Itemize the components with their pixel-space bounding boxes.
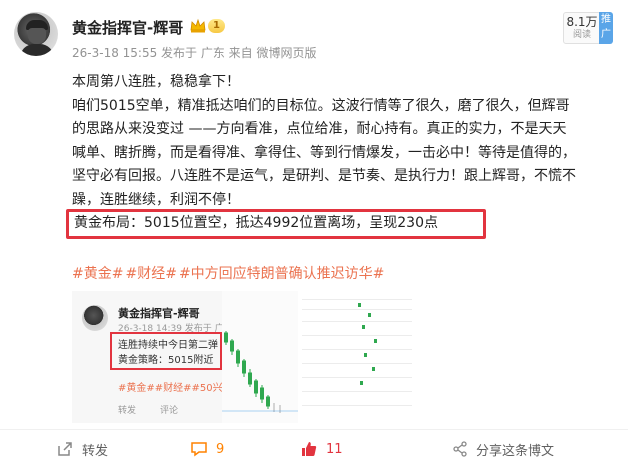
author-avatar[interactable] — [14, 12, 58, 56]
read-label: 阅读 — [572, 30, 591, 40]
content-line: 本周第八连胜，稳稳拿下！ — [72, 74, 240, 90]
repost-icon — [58, 442, 72, 456]
highlight-text: 黄金布局：5015位置空，抵达4992位置离场，呈现230点 — [74, 215, 438, 231]
author-name[interactable]: 黄金指挥官-辉哥 — [72, 17, 183, 38]
content-line: 咱们5015空单，精准抵达咱们的目标位。这波行情等了很久，磨了很久，但辉哥 — [72, 97, 570, 114]
repost-label: 转发 — [82, 443, 109, 459]
share-button[interactable]: 分享这条博文 — [452, 432, 554, 466]
action-divider — [0, 429, 628, 430]
post-meta: 26-3-18 15:55 发布于 广东 来自 微博网页版 — [72, 46, 317, 60]
share-label: 分享这条博文 — [476, 443, 555, 459]
content-line: 的思路从来没变过 ——方向看准，点位给准，耐心持有。真正的实力，不是天天 — [72, 121, 567, 137]
promo-badge[interactable]: 推广 — [599, 12, 613, 44]
embedded-repost: 转发 — [118, 406, 137, 416]
embedded-line: 连胜持续中今日第二弹 — [118, 340, 218, 351]
thumbs-up-icon — [302, 442, 317, 456]
topic-tag-news[interactable]: #中方回应特朗普确认推迟访华# — [179, 266, 384, 282]
comment-icon — [191, 442, 207, 457]
price-panel — [298, 291, 416, 423]
embedded-tags: #黄金##财经##50兴 — [118, 383, 223, 394]
comment-button[interactable]: 9 — [190, 432, 224, 466]
candlestick-chart — [222, 291, 298, 423]
read-count: 8.1万 — [566, 15, 598, 29]
topic-tags: #黄金# #财经# #中方回应特朗普确认推迟访华# — [72, 263, 386, 283]
crown-icon — [190, 18, 206, 33]
topic-tag-gold[interactable]: #黄金# — [72, 266, 123, 282]
topic-tag-finance[interactable]: #财经# — [125, 266, 176, 282]
post-content: 本周第八连胜，稳稳拿下！ 咱们5015空单，精准抵达咱们的目标位。这波行情等了很… — [72, 71, 612, 212]
embedded-comment: 评论 — [160, 406, 179, 416]
like-count: 11 — [326, 441, 343, 457]
embedded-author: 黄金指挥官-辉哥 — [118, 307, 200, 320]
repost-button[interactable]: 转发 — [56, 432, 108, 466]
embedded-image[interactable]: 黄金指挥官-辉哥 26-3-18 14:39 发布于 广 连胜持续中今日第二弹 … — [72, 291, 416, 423]
content-line: 坚守必有回报。八连胜不是运气，是研判、是节奏、是执行力！跟上辉哥，不慌不 — [72, 168, 576, 184]
embedded-actions: 转发 评论 — [118, 403, 202, 416]
content-line: 喊单、瞎折腾，而是看得准、拿得住、等到行情爆发，一击必中！等待是值得的， — [72, 144, 576, 161]
level-badge: 1 — [208, 19, 225, 33]
share-icon — [453, 441, 467, 457]
embedded-line: 黄金策略：5015附近 — [118, 355, 214, 366]
like-button[interactable]: 11 — [300, 432, 343, 466]
read-count-box: 8.1万 阅读 — [563, 12, 601, 44]
embedded-avatar — [82, 305, 108, 331]
comment-count: 9 — [216, 441, 225, 457]
promo-label: 推广 — [601, 14, 611, 40]
